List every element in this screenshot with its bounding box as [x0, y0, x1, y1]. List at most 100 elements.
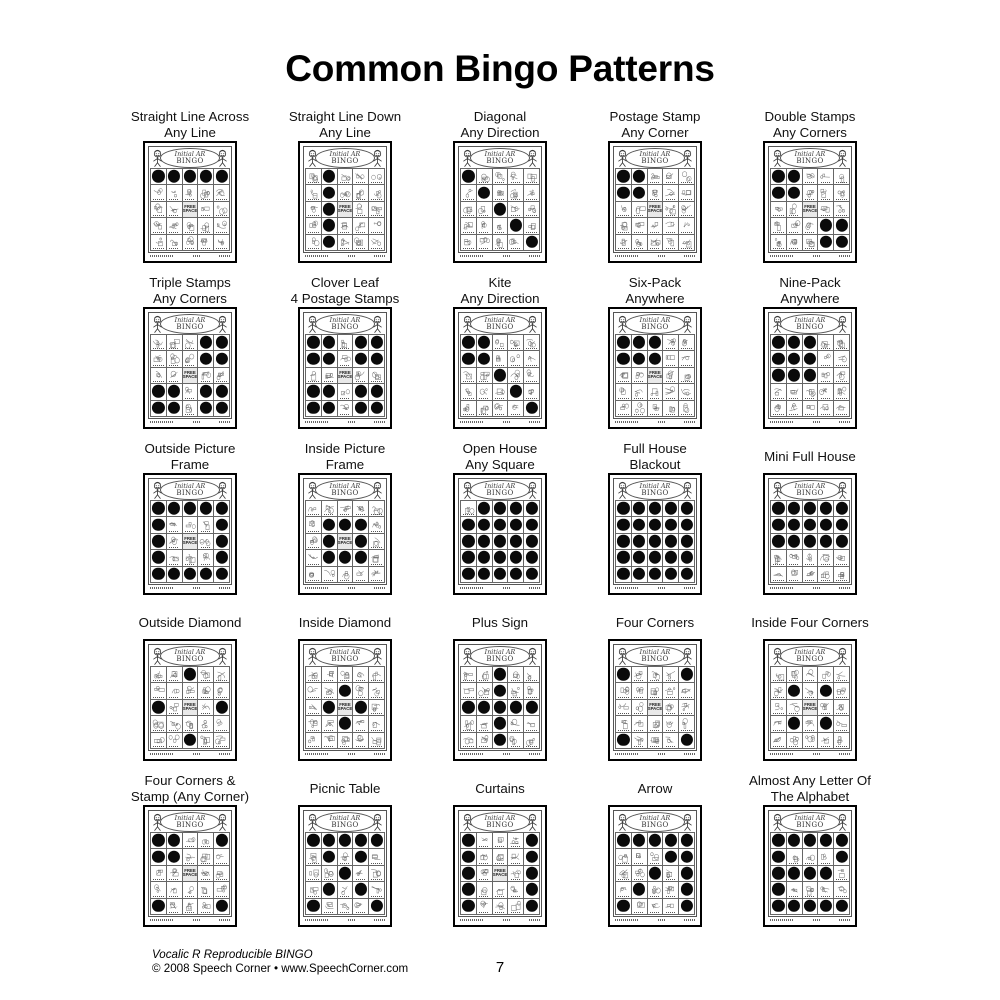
bingo-square-marked: [461, 351, 477, 368]
picture-icon: [168, 899, 181, 911]
bingo-square: [151, 882, 167, 899]
bingo-title-line-2: BINGO: [331, 489, 359, 497]
word-label: [771, 247, 786, 250]
word-label: [369, 878, 384, 881]
bingo-square: [631, 384, 648, 401]
picture-icon: [168, 352, 181, 364]
bingo-square-marked: [353, 400, 370, 417]
bingo-card-inner: Initial AR BINGO FREE SPACE: [613, 312, 697, 419]
bingo-square: [647, 169, 664, 186]
word-label: [198, 878, 213, 881]
bingo-square: [663, 400, 680, 417]
bingo-square-marked: [214, 351, 230, 368]
picture-icon: [462, 717, 475, 730]
picture-icon: [370, 883, 383, 895]
word-label: [306, 380, 321, 383]
bingo-square: [369, 699, 385, 717]
bingo-square: [166, 185, 183, 202]
bingo-square: [647, 384, 664, 401]
bingo-square-marked: [616, 501, 632, 518]
bingo-square-marked: [476, 335, 493, 352]
word-label: [787, 579, 802, 582]
bingo-square-marked: [321, 517, 338, 534]
bingo-board: [460, 168, 540, 251]
mascot-icon: [305, 813, 320, 831]
picture-icon: [664, 401, 677, 413]
bingo-square: [306, 716, 322, 733]
picture-icon: [617, 700, 630, 712]
picture-icon: [199, 684, 212, 696]
bingo-title-banner: Initial AR BINGO: [315, 314, 375, 334]
picture-icon: [370, 684, 383, 697]
picture-icon: [354, 866, 367, 878]
word-label: [461, 397, 476, 400]
bingo-square: [771, 683, 787, 700]
page-number: 7: [495, 959, 505, 976]
word-label: [493, 347, 508, 350]
mascot-icon: [305, 149, 320, 167]
bingo-card-header: Initial AR BINGO: [150, 148, 230, 168]
bingo-square: [771, 716, 787, 733]
bingo-card-header: Initial AR BINGO: [460, 646, 540, 666]
word-label: [477, 181, 492, 184]
picture-icon: [772, 551, 785, 564]
pattern-label: Mini Full House: [764, 448, 856, 464]
picture-icon: [509, 717, 522, 729]
bingo-square: [631, 732, 648, 749]
bingo-square: [834, 351, 850, 368]
bingo-square-marked: [492, 683, 509, 700]
picture-icon: [649, 385, 662, 397]
picture-icon: [199, 534, 212, 547]
picture-icon: [152, 235, 165, 247]
picture-icon: [664, 684, 677, 696]
bingo-card-inner: Initial AR BINGO: [768, 478, 852, 585]
bingo-square: [663, 201, 680, 219]
word-label: [477, 862, 492, 865]
word-label: [183, 413, 198, 416]
bingo-square-marked: [786, 367, 803, 385]
bingo-square: [508, 400, 525, 417]
bingo-board: FREE SPACE: [305, 168, 385, 251]
bingo-square: [321, 716, 338, 733]
word-label: [679, 181, 694, 184]
bingo-square-marked: [786, 833, 803, 850]
bingo-square: [492, 849, 509, 866]
bingo-square: [476, 234, 493, 251]
bingo-square: [679, 699, 695, 717]
bingo-square-marked: [834, 517, 850, 534]
bingo-square-marked: [198, 501, 215, 518]
pattern-label: Straight Line Across Any Line: [130, 108, 250, 140]
word-label: [151, 247, 166, 250]
bingo-square-marked: [834, 833, 850, 850]
picture-icon: [680, 186, 693, 198]
bingo-title-banner: Initial AR BINGO: [780, 314, 840, 334]
bingo-square: [476, 898, 493, 915]
picture-icon: [664, 899, 677, 911]
bingo-square: [492, 169, 509, 186]
patterns-row: Straight Line Across Any Line Initial AR B…: [120, 108, 880, 274]
word-label: [663, 214, 678, 217]
word-label: [369, 729, 384, 732]
picture-icon: [819, 186, 832, 198]
mascot-icon: [615, 481, 630, 499]
pattern-label: Triple Stamps Any Corners: [149, 274, 231, 306]
picture-icon: [835, 385, 848, 397]
bingo-title-banner: Initial AR BINGO: [470, 148, 530, 168]
bingo-square: [679, 201, 695, 219]
bingo-square-marked: [508, 218, 525, 235]
mascot-icon: [150, 647, 165, 665]
bingo-square: [461, 201, 477, 219]
bingo-square-free: FREE SPACE: [182, 533, 199, 551]
bingo-square-marked: [771, 367, 787, 385]
bingo-square: [802, 849, 819, 866]
bingo-board: FREE SPACE: [150, 832, 230, 915]
bingo-square: [166, 683, 183, 700]
bingo-square-marked: [834, 218, 850, 235]
bingo-square: [306, 566, 322, 583]
bingo-card-header: Initial AR BINGO: [150, 812, 230, 832]
word-label: [616, 696, 631, 699]
picture-icon: [835, 352, 848, 364]
picture-icon: [494, 850, 507, 862]
mascot-icon: [525, 481, 540, 499]
word-label: [616, 214, 631, 217]
